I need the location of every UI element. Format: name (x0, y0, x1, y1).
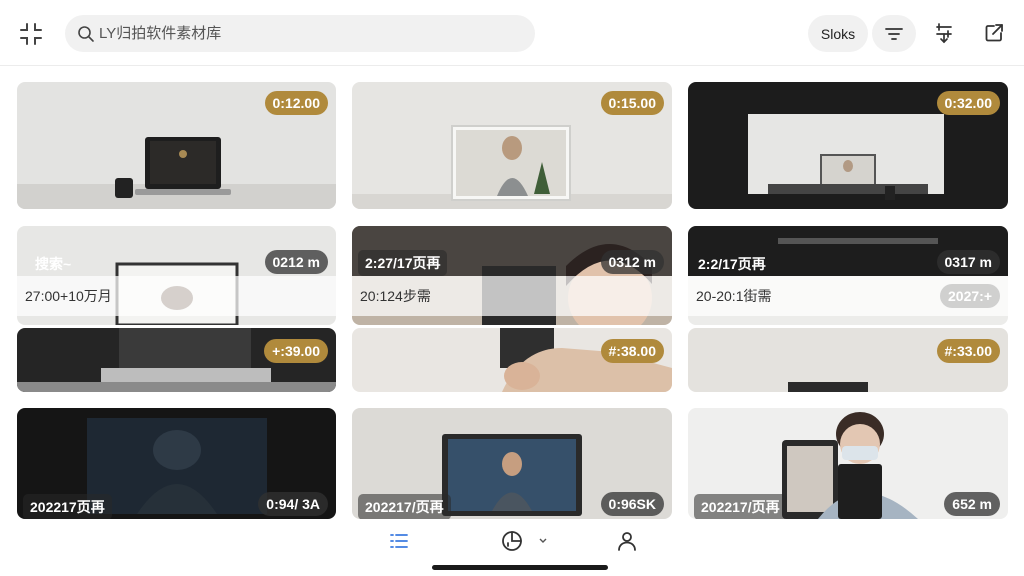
video-card[interactable]: 0:32.00 (688, 82, 1008, 209)
video-card[interactable]: 2:27/17页再 0312 m 20:124步需 (352, 226, 672, 325)
video-card[interactable]: 202217/页再 652 m (688, 408, 1008, 519)
duration-badge: #:33.00 (936, 339, 1000, 363)
video-title: 2:2/17页再 (698, 256, 766, 272)
video-title: 202217/页再 (694, 494, 787, 519)
video-title: 202217/页再 (358, 494, 451, 519)
sloks-button[interactable]: Sloks (808, 15, 868, 52)
home-indicator (432, 565, 608, 570)
video-card[interactable]: 2:2/17页再 0317 m 20-20:1街需 2027:+ (688, 226, 1008, 325)
adjust-icon[interactable] (932, 21, 956, 45)
duration-badge: #:38.00 (600, 339, 664, 363)
chart-icon[interactable] (499, 528, 525, 554)
duration-badge: 0312 m (600, 250, 664, 274)
share-icon[interactable] (982, 21, 1006, 45)
video-card[interactable]: +:39.00 (17, 328, 336, 392)
video-title: 2:27/17页再 (358, 250, 448, 276)
duration-badge: 0:15.00 (600, 91, 664, 115)
search-bar[interactable] (65, 15, 535, 52)
video-title: 搜索~ (35, 256, 72, 272)
duration-badge: 0212 m (264, 250, 328, 274)
duration-badge: 0:32.00 (936, 91, 1000, 115)
filter-button[interactable] (872, 15, 916, 52)
duration-badge: 0:96SK (600, 492, 664, 516)
video-card[interactable]: 202217页再 0:94/ 3A (17, 408, 336, 519)
duration-badge: 652 m (944, 492, 1000, 516)
search-input[interactable] (99, 25, 519, 42)
video-title: 202217页再 (23, 494, 112, 519)
video-card[interactable]: 0:15.00 (352, 82, 672, 209)
duration-badge: 0317 m (936, 250, 1000, 274)
duration-badge: 0:12.00 (264, 91, 328, 115)
video-card[interactable]: 0:12.00 (17, 82, 336, 209)
status-badge: 2027:+ (940, 284, 1000, 308)
collapse-grid-icon[interactable] (18, 21, 44, 47)
bottom-nav (0, 520, 1024, 576)
video-card[interactable]: 搜索~ 0212 m 27:00+10万月 (17, 226, 336, 325)
video-card[interactable]: 202217/页再 0:96SK (352, 408, 672, 519)
filter-icon (885, 27, 903, 40)
duration-badge: 0:94/ 3A (258, 492, 328, 516)
date-label: 27:00+10万月 (17, 276, 336, 316)
date-label: 20:124步需 (352, 276, 672, 316)
top-bar: Sloks (0, 0, 1024, 66)
profile-icon[interactable] (614, 528, 640, 554)
caret-down-icon[interactable] (536, 528, 550, 554)
video-card[interactable]: #:33.00 (688, 328, 1008, 392)
search-icon (78, 25, 94, 42)
duration-badge: +:39.00 (264, 339, 328, 363)
list-icon[interactable] (386, 528, 412, 554)
video-card[interactable]: #:38.00 (352, 328, 672, 392)
